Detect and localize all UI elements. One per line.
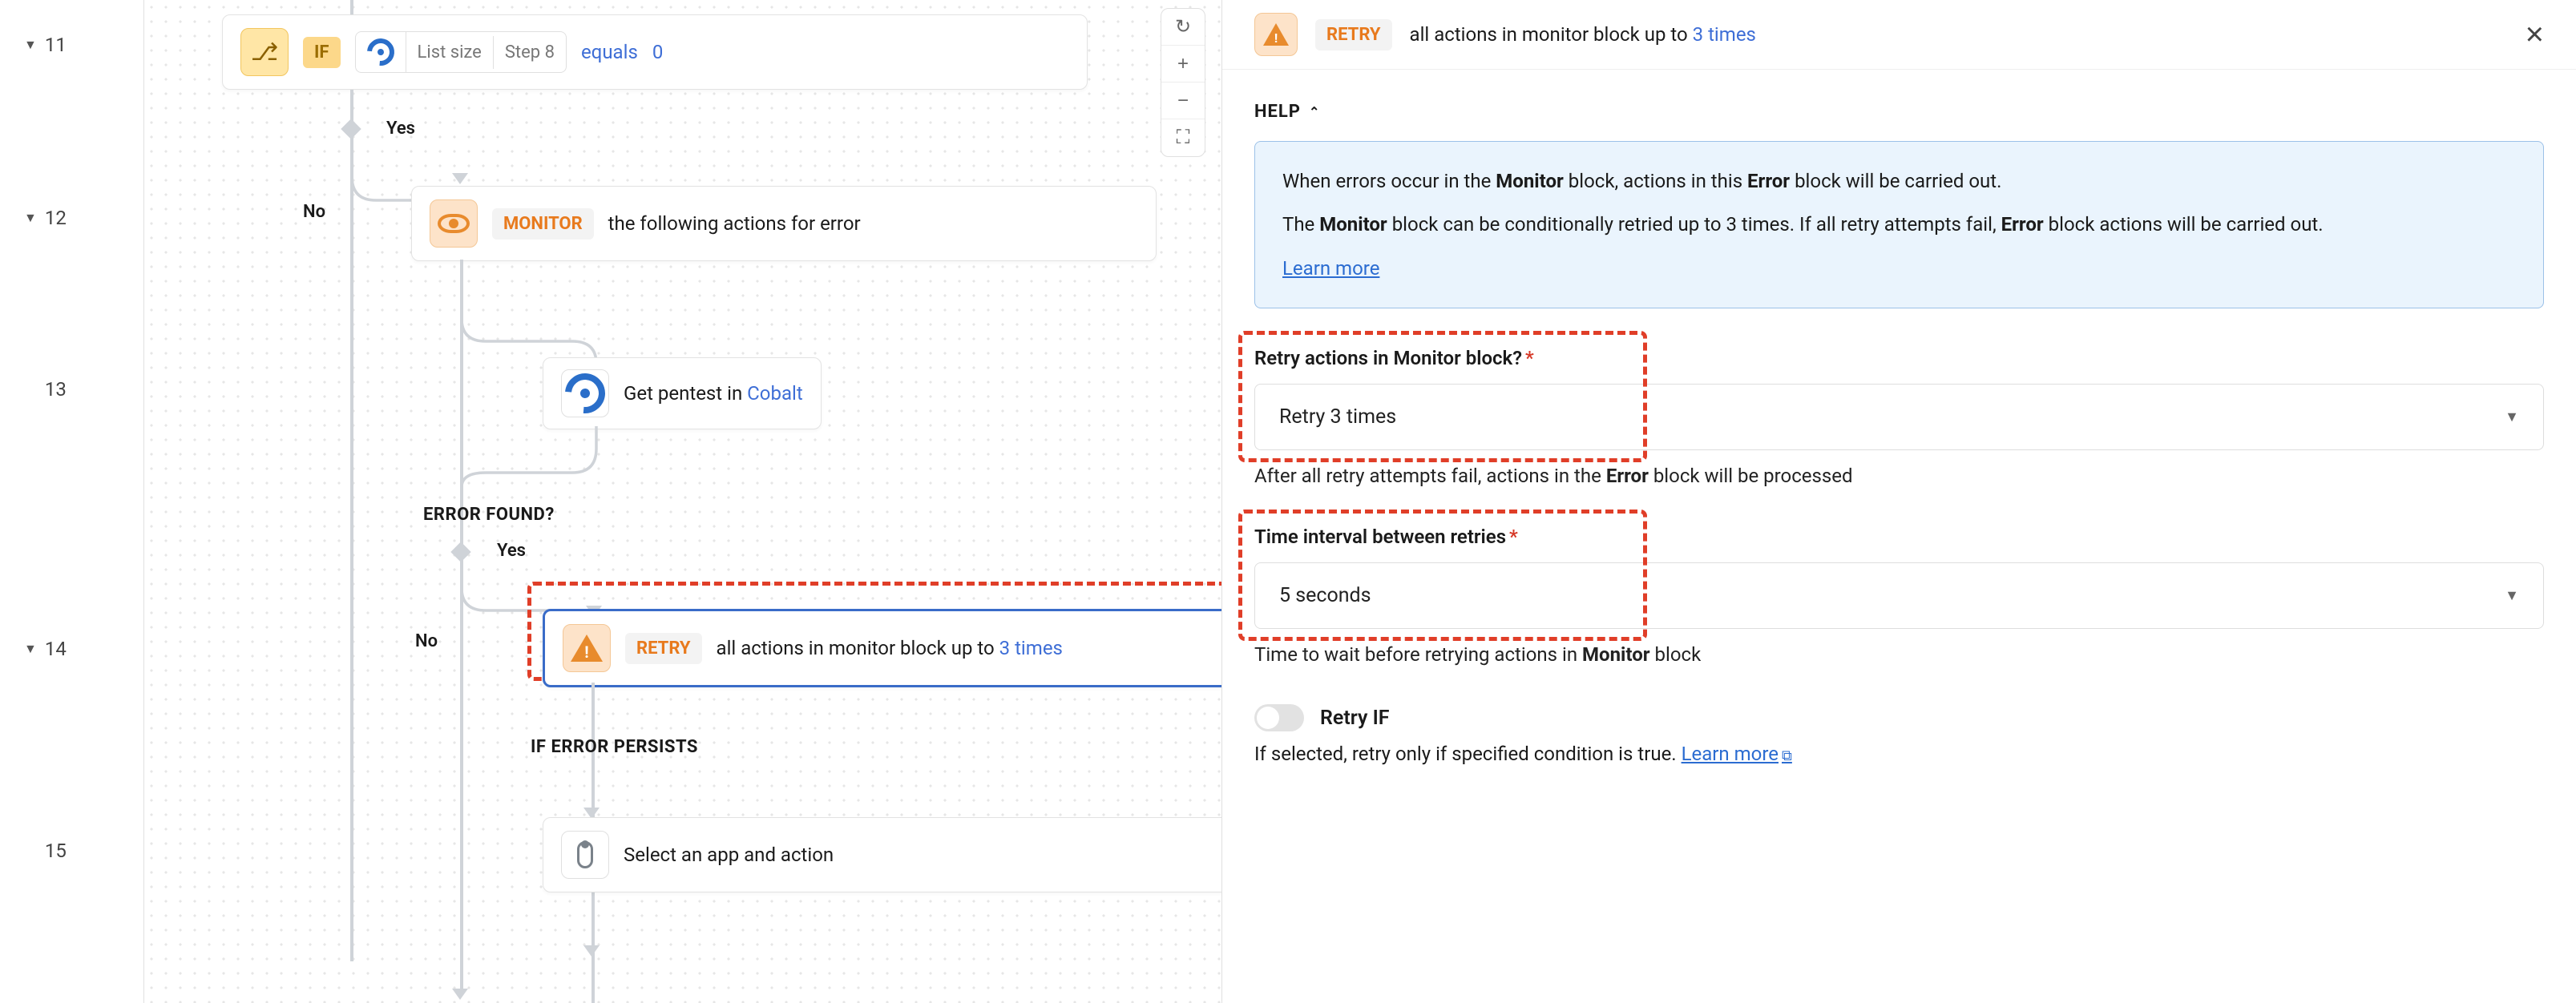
field-hint: After all retry attempts fail, actions i…	[1254, 465, 2544, 487]
chevron-down-icon: ▼	[2505, 409, 2519, 425]
field-label: Retry actions in Monitor block?*	[1254, 347, 2544, 369]
learn-more-link[interactable]: Learn more	[1282, 257, 1379, 280]
reset-zoom-button[interactable]: ↻	[1161, 9, 1205, 46]
branch-label-no: No	[303, 202, 325, 222]
chevron-up-icon: ⌃	[1309, 104, 1320, 119]
retry-if-toggle[interactable]	[1254, 704, 1304, 731]
if-badge: IF	[303, 37, 341, 68]
retry-text: all actions in monitor block up to 3 tim…	[717, 637, 1063, 659]
monitor-text: the following actions for error	[608, 212, 861, 235]
error-found-label: ERROR FOUND?	[423, 505, 555, 525]
select-app-text: Select an app and action	[624, 844, 834, 866]
help-text-2: The Monitor block can be conditionally r…	[1282, 209, 2516, 240]
retry-if-label: Retry IF	[1320, 707, 1390, 730]
fit-screen-button[interactable]: ⛶	[1161, 119, 1205, 156]
panel-title: all actions in monitor block up to 3 tim…	[1410, 23, 1756, 46]
chevron-down-icon: ▼	[24, 210, 37, 226]
if-condition-card[interactable]: IF List size Step 8 equals 0	[222, 14, 1088, 90]
step-number: 14	[45, 638, 67, 660]
cobalt-icon	[561, 369, 609, 417]
help-infobox: When errors occur in the Monitor block, …	[1254, 141, 2544, 308]
step-number: 13	[45, 378, 67, 401]
error-persists-label: IF ERROR PERSISTS	[531, 737, 698, 757]
step-row-12[interactable]: ▼ 12	[0, 207, 143, 229]
zoom-out-button[interactable]: −	[1161, 83, 1205, 119]
warning-icon	[1254, 13, 1298, 56]
arrowhead-icon	[583, 945, 600, 957]
step-number-gutter: ▼ 11 ▼ 12 ▼ 13 ▼ 14 ▼ 15	[0, 0, 144, 1003]
equals-value[interactable]: 0	[652, 41, 664, 63]
step-row-14[interactable]: ▼ 14	[0, 638, 143, 660]
workflow-canvas[interactable]: ↻ + − ⛶ IF List size Step 8 equals 0 Yes…	[144, 0, 1222, 1003]
retry-if-description: If selected, retry only if specified con…	[1254, 743, 2544, 765]
monitor-badge: MONITOR	[492, 208, 594, 240]
retry-badge: RETRY	[1315, 19, 1392, 50]
step-row-13: ▼ 13	[0, 378, 143, 401]
retry-interval-select[interactable]: 5 seconds ▼	[1254, 562, 2544, 629]
step-reference-pill[interactable]: List size Step 8	[355, 31, 567, 73]
select-value: 5 seconds	[1279, 584, 1371, 607]
field-label: Time interval between retries*	[1254, 526, 2544, 548]
help-toggle[interactable]: HELP ⌃	[1254, 102, 2544, 122]
cobalt-text: Get pentest in Cobalt	[624, 382, 803, 405]
field-retry-count: Retry actions in Monitor block?* Retry 3…	[1254, 347, 2544, 487]
retry-if-row: Retry IF	[1254, 704, 2544, 731]
learn-more-link[interactable]: Learn more⧉	[1682, 743, 1792, 765]
field-retry-interval: Time interval between retries* 5 seconds…	[1254, 526, 2544, 666]
connector-curve	[460, 261, 604, 367]
connector-curve	[460, 425, 604, 489]
chevron-down-icon: ▼	[24, 641, 37, 657]
retry-card[interactable]: RETRY all actions in monitor block up to…	[543, 609, 1222, 687]
monitor-card[interactable]: MONITOR the following actions for error	[411, 186, 1157, 261]
help-text-1: When errors occur in the Monitor block, …	[1282, 166, 2516, 196]
monitor-icon	[430, 199, 478, 248]
cobalt-icon	[361, 33, 400, 71]
retry-count-select[interactable]: Retry 3 times ▼	[1254, 384, 2544, 450]
close-button[interactable]: ×	[2526, 17, 2544, 53]
warning-icon	[563, 624, 611, 672]
details-panel: RETRY all actions in monitor block up to…	[1222, 0, 2576, 1003]
branch-icon	[240, 28, 289, 76]
help-label: HELP	[1254, 102, 1301, 122]
field-hint: Time to wait before retrying actions in …	[1254, 643, 2544, 666]
select-value: Retry 3 times	[1279, 405, 1396, 429]
external-link-icon: ⧉	[1782, 747, 1792, 764]
pill-list-size: List size	[406, 36, 494, 69]
zoom-in-button[interactable]: +	[1161, 46, 1205, 83]
arrowhead-icon	[452, 989, 468, 1000]
pill-step: Step 8	[494, 36, 566, 69]
chevron-down-icon: ▼	[2505, 587, 2519, 604]
step-row-11[interactable]: ▼ 11	[0, 34, 143, 56]
chevron-down-icon: ▼	[24, 37, 37, 53]
connector-line	[350, 0, 353, 16]
cobalt-action-card[interactable]: Get pentest in Cobalt	[543, 357, 822, 429]
zoom-controls: ↻ + − ⛶	[1161, 8, 1205, 157]
retry-badge: RETRY	[625, 633, 702, 664]
branch-label-no: No	[415, 631, 438, 651]
equals-operator[interactable]: equals	[581, 41, 638, 63]
placeholder-icon	[561, 831, 609, 879]
panel-header: RETRY all actions in monitor block up to…	[1222, 0, 2576, 70]
step-number: 15	[45, 840, 67, 862]
select-app-card[interactable]: Select an app and action	[543, 817, 1222, 892]
step-number: 12	[45, 207, 67, 229]
step-number: 11	[45, 34, 67, 56]
step-row-15: ▼ 15	[0, 840, 143, 862]
arrowhead-icon	[452, 173, 468, 184]
